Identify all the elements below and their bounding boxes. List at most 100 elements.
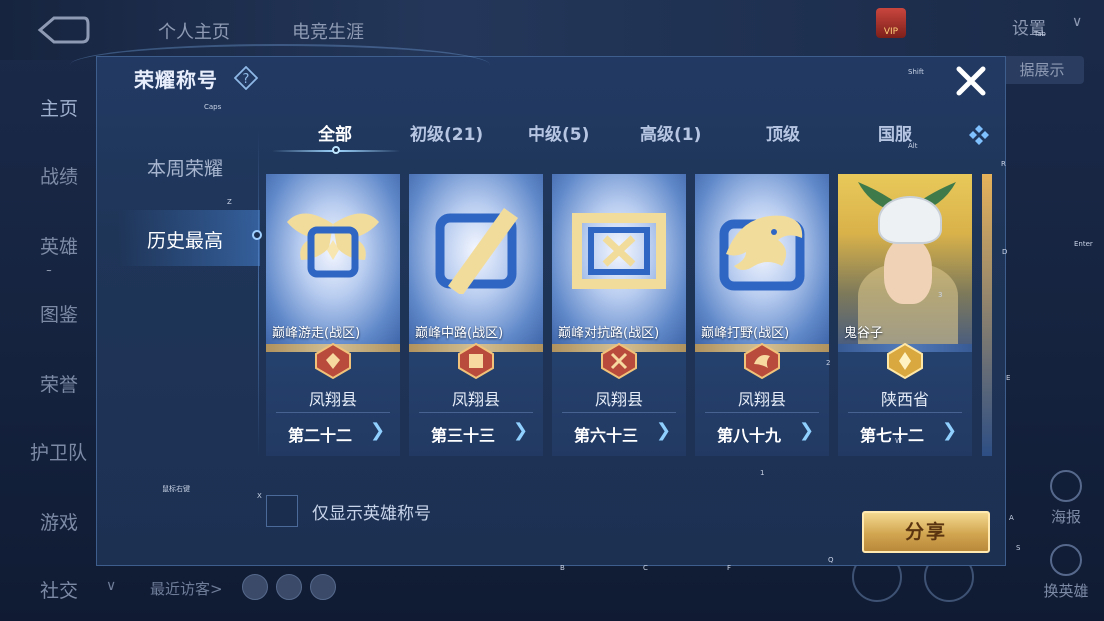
tab-intermediate[interactable]: 中级(5) <box>528 120 589 145</box>
card-region: 凤翔县 <box>594 390 643 409</box>
slash-emblem-icon <box>435 208 518 294</box>
rank-badge-icon <box>308 342 358 380</box>
poster-button[interactable]: 海报 <box>1036 470 1096 527</box>
left-divider <box>258 130 259 460</box>
tab-esports[interactable]: 电竞生涯 <box>292 18 364 44</box>
side-nav-honor[interactable]: 荣誉 <box>40 370 78 397</box>
card-rank: 第八十九 <box>717 426 782 445</box>
key-hint: S <box>1016 544 1021 552</box>
side-nav-social[interactable]: 社交 <box>40 576 78 603</box>
side-nav-record[interactable]: 战绩 <box>40 162 78 189</box>
card-rank: 第二十二 <box>288 426 353 445</box>
share-button[interactable]: 分享 <box>862 511 990 553</box>
recent-visitors-link[interactable]: 最近访客> <box>150 578 223 599</box>
card-region: 凤翔县 <box>737 390 786 409</box>
hero-title-only-checkbox[interactable] <box>266 495 298 527</box>
next-card-peek[interactable] <box>982 174 992 456</box>
card-art <box>266 174 400 344</box>
card-region: 凤翔县 <box>308 390 357 409</box>
tab-this-week[interactable]: 本周荣耀 <box>147 154 223 181</box>
question-diamond-icon[interactable]: ? <box>233 65 259 91</box>
poster-icon <box>1050 470 1082 502</box>
tab-beginner[interactable]: 初级(21) <box>410 120 483 145</box>
card-title: 巅峰打野(战区) <box>701 326 790 341</box>
poster-label: 海报 <box>1050 508 1081 526</box>
side-nav-heroes[interactable]: 英雄 <box>40 232 78 259</box>
hero-title-only-label[interactable]: 仅显示英雄称号 <box>312 499 431 524</box>
card-divider <box>705 412 819 413</box>
wings-emblem-icon <box>287 213 379 278</box>
svg-text:?: ? <box>243 72 250 87</box>
filter-tabs: 全部 初级(21) 中级(5) 高级(1) 顶级 国服 <box>270 120 1000 154</box>
data-display-button[interactable]: 据展示 <box>1000 56 1084 84</box>
gold-badge-icon <box>880 342 930 380</box>
honor-card[interactable]: 巅峰中路(战区) 凤翔县 第三十三 ❯ <box>409 174 543 456</box>
close-icon[interactable] <box>952 62 990 100</box>
card-rank: 第三十三 <box>431 426 496 445</box>
tab-all[interactable]: 全部 <box>318 120 352 145</box>
vip-badge: VIP <box>876 8 906 38</box>
side-nav-home[interactable]: 主页 <box>40 94 78 121</box>
tab-advanced[interactable]: 高级(1) <box>640 120 701 145</box>
side-nav-games[interactable]: 游戏 <box>40 508 78 535</box>
card-art <box>409 174 543 344</box>
chevron-right-icon[interactable]: ❯ <box>656 420 671 441</box>
chevron-down-icon[interactable]: ∨ <box>106 578 116 594</box>
rank-badge-icon <box>594 342 644 380</box>
hero-face <box>884 238 932 304</box>
key-hint: Enter <box>1074 240 1093 248</box>
honor-card[interactable]: 鬼谷子 陕西省 第七十二 ❯ <box>838 174 972 456</box>
honor-card[interactable]: 巅峰游走(战区) 凤翔县 第二十二 ❯ <box>266 174 400 456</box>
visitor-avatar[interactable] <box>242 574 268 600</box>
visitor-avatar[interactable] <box>310 574 336 600</box>
card-title: 鬼谷子 <box>844 326 884 341</box>
key-hint: ~ <box>46 267 52 275</box>
change-hero-label: 换英雄 <box>1043 582 1089 600</box>
card-art <box>552 174 686 344</box>
card-divider <box>562 412 676 413</box>
chevron-right-icon[interactable]: ❯ <box>942 420 957 441</box>
card-rank: 第七十二 <box>860 426 925 445</box>
back-icon[interactable] <box>34 14 90 46</box>
tab-profile[interactable]: 个人主页 <box>158 18 230 44</box>
active-indicator-dot <box>252 230 262 240</box>
visitor-avatar[interactable] <box>276 574 302 600</box>
hero-swap-icon <box>1050 544 1082 576</box>
card-rank: 第六十三 <box>574 426 639 445</box>
modal-decoration <box>70 44 490 86</box>
card-divider <box>419 412 533 413</box>
card-region: 凤翔县 <box>451 390 500 409</box>
key-hint: E <box>1006 374 1011 382</box>
card-title: 巅峰中路(战区) <box>415 326 504 341</box>
card-divider <box>276 412 390 413</box>
dragon-emblem-icon <box>719 215 805 291</box>
rank-badge-icon <box>451 342 501 380</box>
diamond-grid-icon[interactable] <box>968 124 990 146</box>
card-title: 巅峰游走(战区) <box>272 326 361 341</box>
honor-card[interactable]: 巅峰打野(战区) 凤翔县 第八十九 ❯ <box>695 174 829 456</box>
hero-portrait <box>838 174 972 344</box>
side-nav-gallery[interactable]: 图鉴 <box>40 300 78 327</box>
settings-button[interactable]: 设置 <box>1012 14 1046 39</box>
chevron-right-icon[interactable]: ❯ <box>513 420 528 441</box>
card-art <box>695 174 829 344</box>
chevron-right-icon[interactable]: ❯ <box>370 420 385 441</box>
key-hint: A <box>1009 514 1014 522</box>
rank-badge-icon <box>737 342 787 380</box>
modal-title: 荣耀称号 <box>134 68 218 92</box>
chevron-down-icon[interactable]: ∨ <box>1072 14 1082 30</box>
side-nav-guard[interactable]: 护卫队 <box>30 438 87 465</box>
hero-mask <box>878 196 942 244</box>
card-title: 巅峰对抗路(战区) <box>558 326 660 341</box>
card-divider <box>848 412 962 413</box>
tab-top[interactable]: 顶级 <box>766 120 800 145</box>
vip-text <box>910 8 984 36</box>
card-region: 陕西省 <box>880 390 929 409</box>
tab-history-best[interactable]: 历史最高 <box>147 226 223 253</box>
tab-indicator-dot <box>332 146 340 154</box>
cross-emblem-icon <box>572 213 666 289</box>
tab-national[interactable]: 国服 <box>878 120 912 145</box>
change-hero-button[interactable]: 换英雄 <box>1036 544 1096 601</box>
honor-card[interactable]: 巅峰对抗路(战区) 凤翔县 第六十三 ❯ <box>552 174 686 456</box>
chevron-right-icon[interactable]: ❯ <box>799 420 814 441</box>
